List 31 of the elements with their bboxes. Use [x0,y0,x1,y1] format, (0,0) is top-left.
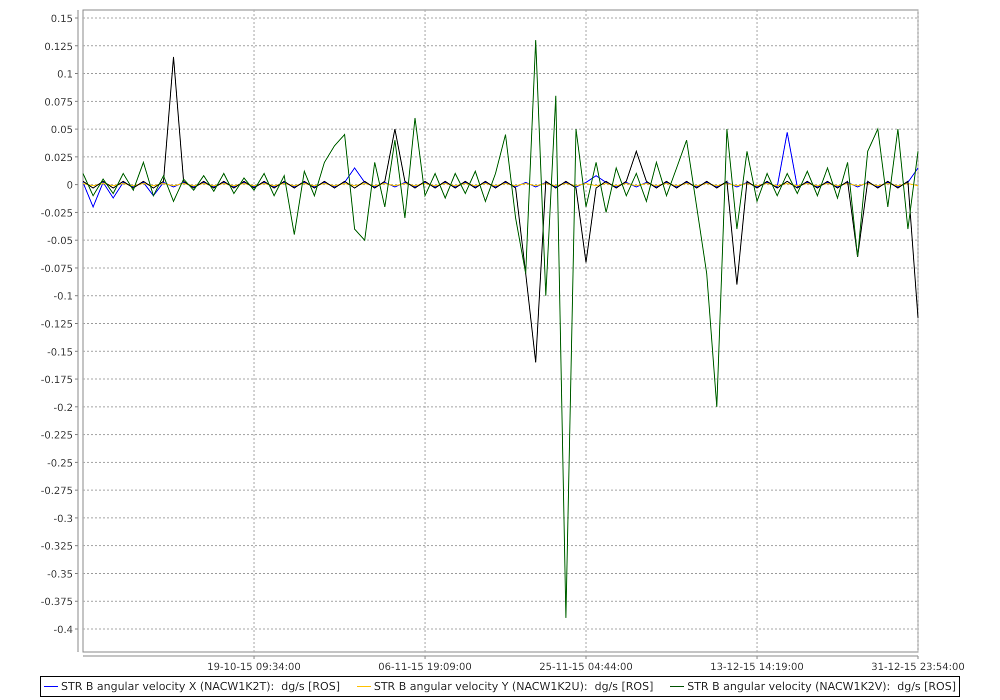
y-tick-label: -0.325 [40,542,73,553]
y-tick-label: 0.125 [44,42,73,53]
y-tick-label: -0.4 [53,625,73,636]
y-tick-label: -0.375 [40,597,73,608]
y-tick-label: 0.05 [50,125,73,136]
x-tick-label: 25-11-15 04:44:00 [539,662,633,673]
y-tick-label: -0.075 [40,264,73,275]
legend-label: STR B angular velocity Y (NACW1K2U): dg/s [ROS] [374,680,654,693]
y-tick-label: -0.025 [40,208,73,220]
y-tick-label: 0.1 [57,70,73,81]
y-tick-label: 0.075 [44,97,73,108]
y-tick-label: 0.15 [50,14,73,25]
x-tick-label: 13-12-15 14:19:00 [710,662,804,673]
y-tick-label: -0.2 [53,402,73,414]
y-tick-label: -0.05 [47,236,73,248]
legend-label: STR B angular velocity X (NACW1K2T): dg/s [ROS] [61,680,340,693]
y-tick-label: -0.35 [47,569,73,580]
y-tick-label: -0.175 [40,375,73,386]
y-tick-label: -0.275 [40,486,73,498]
y-tick-label: 0.025 [44,152,73,164]
y-tick-label: -0.1 [53,292,73,303]
y-tick-label: -0.125 [40,320,73,330]
y-tick-label: -0.3 [53,514,73,525]
y-tick-label: -0.15 [47,347,73,358]
y-tick-label: 0 [66,180,73,192]
x-tick-label: 31-12-15 23:54:00 [871,662,965,673]
x-tick-label: 06-11-15 19:09:00 [378,662,472,673]
y-tick-label: -0.25 [47,458,73,470]
legend-label: STR B angular velocity (NACW1K2V): dg/s [ROS] [687,680,956,693]
y-tick-label: -0.225 [40,430,73,442]
x-tick-label: 19-10-15 09:34:00 [207,662,301,673]
